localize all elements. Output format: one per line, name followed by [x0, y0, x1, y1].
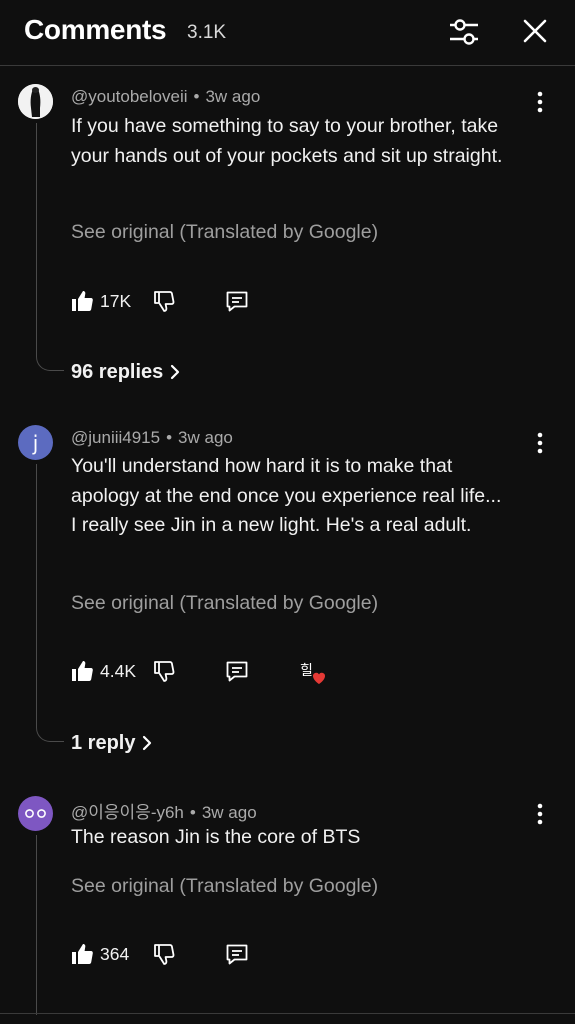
comment-actions: 17K — [70, 287, 490, 317]
like-count: 364 — [100, 944, 130, 964]
heart-icon — [312, 672, 326, 684]
comment-icon — [226, 661, 248, 682]
avatar[interactable] — [18, 84, 53, 119]
see-original-link[interactable]: See original (Translated by Google) — [71, 592, 378, 615]
creator-heart-badge: 힐 — [300, 660, 328, 686]
chevron-right-icon — [171, 364, 180, 380]
avatar-letter: j — [32, 430, 39, 455]
reply-button[interactable] — [225, 659, 249, 683]
like-button[interactable] — [70, 289, 94, 313]
avatar-figure-image — [18, 84, 53, 119]
thumbs-up-icon — [72, 291, 93, 311]
comment-meta: @juniii4915 • 3w ago — [71, 428, 233, 447]
reply-button[interactable] — [225, 942, 249, 966]
replies-label: 1 reply — [71, 732, 136, 754]
comment-author[interactable]: @youtobeloveii — [71, 87, 188, 106]
chevron-right-icon — [143, 735, 152, 751]
comment-meta: @youtobeloveii • 3w ago — [71, 87, 261, 106]
more-vert-icon — [537, 91, 543, 113]
dislike-button[interactable] — [152, 942, 176, 966]
reply-button[interactable] — [225, 289, 249, 313]
comment-time[interactable]: 3w ago — [178, 428, 233, 447]
comment-text: You'll understand how hard it is to make… — [71, 455, 502, 536]
comment-author[interactable]: @이응이응-y6h — [71, 803, 184, 822]
thread-line — [36, 835, 64, 1015]
avatar[interactable] — [18, 796, 53, 831]
avatar[interactable]: j — [18, 425, 53, 460]
thumbs-down-icon — [154, 661, 175, 682]
filter-button[interactable] — [446, 14, 482, 50]
close-button[interactable] — [519, 15, 551, 47]
comment-time[interactable]: 3w ago — [202, 803, 257, 822]
more-options-button[interactable] — [528, 429, 552, 457]
see-original-link[interactable]: See original (Translated by Google) — [71, 221, 378, 244]
thumbs-down-icon — [154, 291, 175, 312]
more-options-button[interactable] — [528, 88, 552, 116]
like-count: 4.4K — [100, 661, 136, 681]
comment-meta: @이응이응-y6h • 3w ago — [71, 803, 257, 822]
dislike-button[interactable] — [152, 289, 176, 313]
avatar-eyes-image — [25, 809, 46, 818]
more-options-button[interactable] — [528, 800, 552, 828]
comment-text: If you have something to say to your bro… — [71, 115, 503, 167]
sliders-icon — [450, 19, 478, 45]
comment-time[interactable]: 3w ago — [205, 87, 260, 106]
more-vert-icon — [537, 803, 543, 825]
comment-icon — [226, 944, 248, 965]
comment-icon — [226, 291, 248, 312]
dislike-button[interactable] — [152, 659, 176, 683]
comment-actions: 4.4K 힐 — [70, 657, 490, 687]
comments-count: 3.1K — [187, 22, 227, 43]
thread-line — [36, 464, 64, 742]
comment-author[interactable]: @juniii4915 — [71, 428, 160, 447]
like-button[interactable] — [70, 659, 94, 683]
thumbs-up-icon — [72, 661, 93, 681]
comments-header: Comments 3.1K — [0, 0, 575, 66]
comments-title: Comments — [24, 14, 167, 45]
like-count: 17K — [100, 291, 132, 311]
thread-line — [36, 123, 64, 371]
like-button[interactable] — [70, 942, 94, 966]
bottom-divider — [0, 1013, 575, 1024]
see-original-link[interactable]: See original (Translated by Google) — [71, 875, 378, 898]
view-replies-button[interactable]: 96 replies — [71, 361, 181, 384]
replies-label: 96 replies — [71, 361, 164, 383]
close-icon — [523, 19, 547, 43]
thumbs-up-icon — [72, 944, 93, 964]
view-replies-button[interactable]: 1 reply — [71, 732, 153, 755]
thumbs-down-icon — [154, 944, 175, 965]
comment-actions: 364 — [70, 940, 490, 970]
comment-text: The reason Jin is the core of BTS — [71, 826, 361, 848]
more-vert-icon — [537, 432, 543, 454]
